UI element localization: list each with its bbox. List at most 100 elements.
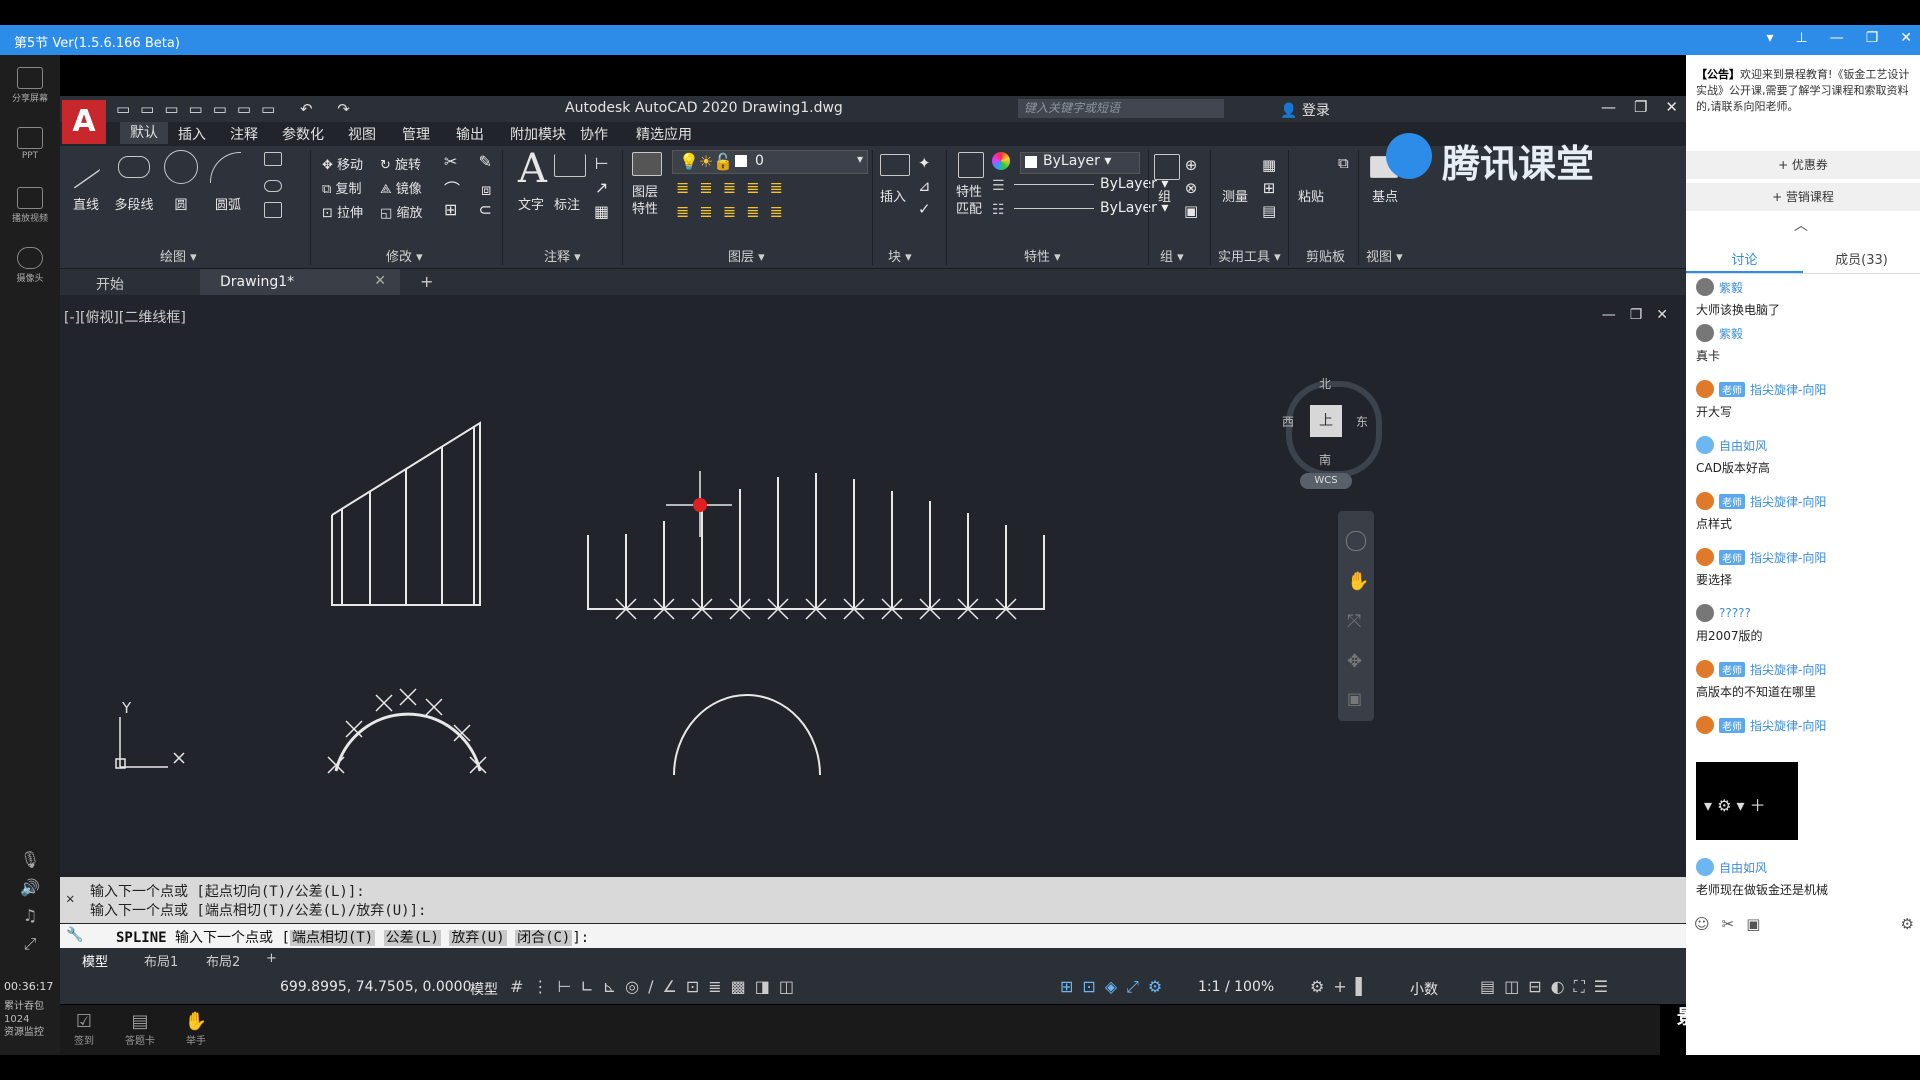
- tab-drawing1[interactable]: Drawing1* ✕: [200, 269, 400, 295]
- paste-button[interactable]: 粘贴: [1298, 186, 1324, 205]
- option-undo[interactable]: 放弃(U): [449, 930, 507, 946]
- color-wheel-icon[interactable]: [992, 152, 1010, 170]
- dimension-button[interactable]: 标注: [554, 194, 580, 213]
- tab-members[interactable]: 成员(33): [1803, 249, 1920, 268]
- play-video-button[interactable]: 播放视频: [6, 187, 54, 224]
- fillet-icon[interactable]: ⌒ ⧈: [444, 176, 499, 200]
- model-space-button[interactable]: 模型: [470, 979, 498, 999]
- lineweight-dropdown[interactable]: ByLayer ▾: [1014, 176, 1168, 196]
- panel-clipboard[interactable]: 剪贴板: [1306, 246, 1345, 265]
- block-tools-icons[interactable]: ✦ ⊿ ✓: [918, 152, 931, 221]
- tab-discussion[interactable]: 讨论: [1686, 249, 1803, 268]
- quick-access-toolbar[interactable]: ▭▭▭▭▭▭▭ ↶ ↷: [116, 100, 360, 118]
- option-tolerance[interactable]: 公差(L): [383, 930, 441, 946]
- option-tangent[interactable]: 端点相切(T): [289, 930, 376, 946]
- microphone-icon[interactable]: 🎙: [6, 850, 54, 869]
- panel-view[interactable]: 视图 ▾: [1366, 246, 1403, 265]
- search-input[interactable]: 键入关键字或短语: [1018, 99, 1224, 118]
- group-button[interactable]: 组: [1158, 186, 1171, 205]
- music-icon[interactable]: ♫: [6, 906, 54, 925]
- marketing-course-button[interactable]: + 营销课程: [1686, 183, 1920, 211]
- image-icon[interactable]: ▣: [1746, 915, 1760, 935]
- copy-button[interactable]: ⧉ 复制: [322, 178, 361, 197]
- leader-table-icons[interactable]: ⊢ ↗ ▦: [594, 152, 609, 224]
- command-line[interactable]: 🔧 SPLINE 输入下一个点或 [端点相切(T) 公差(L) 放弃(U) 闭合…: [60, 924, 1686, 948]
- restore-icon[interactable]: ❐: [1630, 307, 1643, 323]
- array-icon[interactable]: ⊞ ⊂: [444, 200, 500, 219]
- workspace-icons[interactable]: ⚙+▌: [1310, 977, 1377, 996]
- rotate-button[interactable]: ↻ 旋转: [380, 154, 421, 173]
- minimize-icon[interactable]: —: [1601, 98, 1616, 116]
- insert-button[interactable]: 插入: [880, 186, 906, 205]
- panel-draw[interactable]: 绘图 ▾: [160, 246, 197, 265]
- emoji-icon[interactable]: ☺: [1694, 915, 1710, 935]
- layer-tools-icons[interactable]: ≣≣≣≣≣: [676, 178, 793, 197]
- utility-icons[interactable]: ▦ ⊞ ▤: [1262, 154, 1276, 223]
- panel-layers[interactable]: 图层 ▾: [728, 246, 765, 265]
- tab-output[interactable]: 输出: [456, 124, 484, 144]
- autocad-logo[interactable]: A: [62, 100, 106, 144]
- linetype-dropdown[interactable]: ByLayer ▾: [1014, 200, 1168, 220]
- orbit-icon[interactable]: ✥: [1347, 651, 1362, 672]
- measure-button[interactable]: 测量: [1222, 186, 1248, 205]
- collapse-icon[interactable]: ︿: [1794, 215, 1808, 235]
- drawing-viewport[interactable]: [-][俯视][二维线框] — ❐ ✕ Y X 上 北 南 东 西 WCS ✋ …: [60, 301, 1686, 876]
- tab-annotate[interactable]: 注释: [230, 124, 258, 144]
- tab-view[interactable]: 视图: [348, 124, 376, 144]
- stretch-button[interactable]: ⊡ 拉伸: [322, 202, 363, 221]
- layer-properties-button[interactable]: 图层 特性: [632, 184, 658, 218]
- viewcube-top[interactable]: 上: [1310, 405, 1342, 437]
- add-layout-icon[interactable]: +: [266, 951, 277, 966]
- rectangle-icon[interactable]: [264, 152, 282, 166]
- tab-model[interactable]: 模型: [82, 951, 108, 970]
- line-button[interactable]: 直线: [66, 194, 106, 213]
- mirror-button[interactable]: ⟁ 镜像: [380, 178, 422, 197]
- pan-icon[interactable]: ✋: [1347, 571, 1369, 592]
- layer-dropdown[interactable]: 💡☀🔓 0 ▾: [672, 150, 868, 174]
- tab-insert[interactable]: 插入: [178, 124, 206, 144]
- dropdown-icon[interactable]: ▾: [1766, 30, 1773, 46]
- layer-tools-icons-2[interactable]: ≣≣≣≣≣: [676, 202, 793, 221]
- tab-manage[interactable]: 管理: [402, 124, 430, 144]
- close-icon[interactable]: ✕: [1900, 30, 1912, 46]
- panel-block[interactable]: 块 ▾: [888, 246, 912, 265]
- tab-default[interactable]: 默认: [120, 122, 168, 144]
- panel-annotate[interactable]: 注释 ▾: [544, 246, 581, 265]
- viewport-label[interactable]: [-][俯视][二维线框]: [64, 307, 186, 327]
- pin-icon[interactable]: ⊥: [1796, 30, 1808, 46]
- base-point-button[interactable]: 基点: [1372, 186, 1398, 205]
- restore-icon[interactable]: ❐: [1866, 30, 1879, 46]
- tab-layout2[interactable]: 布局2: [206, 951, 240, 970]
- annotation-scale[interactable]: 1:1 / 100%: [1198, 979, 1274, 995]
- camera-button[interactable]: 摄像头: [6, 247, 54, 284]
- panel-modify[interactable]: 修改 ▾: [386, 246, 423, 265]
- steering-wheel-icon[interactable]: [1346, 531, 1366, 551]
- scale-button[interactable]: ◱ 缩放: [380, 202, 422, 221]
- coordinates-readout[interactable]: 699.8995, 74.7505, 0.0000: [280, 979, 471, 995]
- share-screen-button[interactable]: 分享屏幕: [6, 67, 54, 104]
- shared-image[interactable]: ▾ ⚙ ▾ ＋: [1696, 762, 1798, 840]
- close-icon[interactable]: ✕: [374, 273, 386, 289]
- circle-button[interactable]: 圆: [166, 194, 196, 213]
- raise-hand-button[interactable]: ✋ 举手: [176, 1011, 216, 1047]
- compass-south[interactable]: 南: [1319, 451, 1331, 468]
- navigation-bar[interactable]: ✋ ⤧ ✥ ▣: [1338, 511, 1374, 721]
- panel-groups[interactable]: 组 ▾: [1160, 246, 1184, 265]
- wcs-menu[interactable]: WCS: [1300, 473, 1352, 489]
- arc-button[interactable]: 圆弧: [208, 194, 248, 213]
- group-tools-icons[interactable]: ⊕ ⊗ ▣: [1184, 154, 1198, 223]
- close-icon[interactable]: ✕: [1656, 307, 1668, 323]
- move-button[interactable]: ✥ 移动: [322, 154, 363, 173]
- minimize-icon[interactable]: —: [1602, 307, 1616, 323]
- coupon-button[interactable]: + 优惠券: [1686, 151, 1920, 179]
- login-button[interactable]: 👤 登录: [1280, 100, 1330, 120]
- answer-card-button[interactable]: ▤ 答题卡: [120, 1011, 160, 1047]
- ellipse-icon[interactable]: [264, 180, 282, 192]
- wrench-icon[interactable]: 🔧: [66, 927, 83, 943]
- hatch-icon[interactable]: [264, 202, 282, 218]
- close-icon[interactable]: ✕: [66, 891, 74, 907]
- close-icon[interactable]: ✕: [1665, 98, 1678, 116]
- compass-north[interactable]: 北: [1319, 375, 1331, 392]
- tab-start[interactable]: 开始: [96, 274, 124, 294]
- showmotion-icon[interactable]: ▣: [1347, 689, 1362, 708]
